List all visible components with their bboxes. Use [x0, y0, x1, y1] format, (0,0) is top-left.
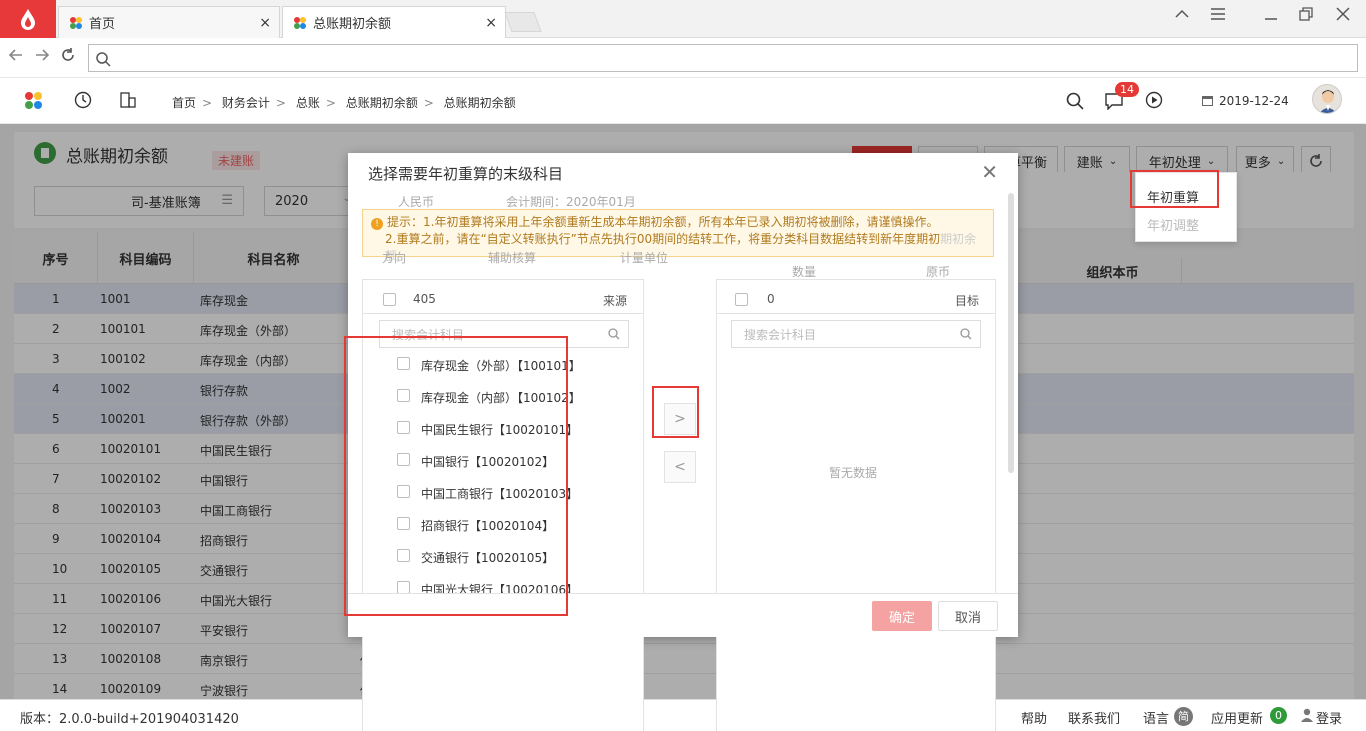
close-icon[interactable]: ×: [485, 15, 497, 31]
forward-icon[interactable]: [34, 47, 50, 68]
currency-select: 人民币: [398, 195, 435, 209]
target-count: 0: [767, 292, 775, 306]
calendar-icon: [1202, 96, 1213, 106]
tab-ledger-label: 总账期初余额: [313, 17, 392, 32]
avatar[interactable]: [1312, 84, 1342, 114]
apps-icon: [293, 16, 307, 30]
empty-state: 暂无数据: [829, 466, 878, 480]
play-icon[interactable]: [1145, 91, 1163, 109]
tab-ledger-opening[interactable]: 总账期初余额 ×: [282, 6, 506, 38]
breadcrumb-item: 总账期初余额: [443, 96, 516, 110]
target-label: 目标: [954, 294, 979, 308]
reload-icon[interactable]: [60, 47, 76, 68]
app-header: 首页 > 财务会计 > 总账 > 总账期初余额 > 总账期初余额 2019-12-24: [0, 78, 1366, 124]
target-search-input[interactable]: 搜索会计科目: [731, 320, 981, 348]
source-panel-header: 405 来源: [363, 280, 643, 314]
apps-icon: [69, 16, 83, 30]
col-header: 数量: [792, 265, 817, 279]
source-label: 来源: [602, 294, 627, 308]
language-link[interactable]: 语言: [1143, 708, 1169, 727]
warning-icon: !: [371, 218, 383, 230]
current-date: 2019-12-24: [1219, 94, 1289, 108]
updates-link[interactable]: 应用更新: [1211, 708, 1263, 727]
dialog-title: 选择需要年初重算的末级科目: [368, 165, 564, 183]
collapse-icon[interactable]: [1174, 6, 1190, 26]
menu-item-adjust[interactable]: 年初调整: [1147, 215, 1199, 234]
highlight-box: [1130, 170, 1219, 208]
contact-link[interactable]: 联系我们: [1068, 708, 1120, 727]
close-icon[interactable]: ×: [259, 15, 271, 31]
close-icon[interactable]: ✕: [981, 160, 998, 184]
back-icon[interactable]: [8, 47, 24, 68]
period-label: 会计期间：2020年01月: [506, 195, 636, 209]
address-bar: [0, 38, 1366, 78]
browser-tabbar: 首页 × 总账期初余额 ×: [0, 0, 1366, 38]
cancel-button[interactable]: 取消: [938, 601, 998, 631]
footer: 版本：2.0.0-build+201904031420 帮助 联系我们 语言 简…: [0, 699, 1366, 731]
breadcrumb-item[interactable]: 总账: [296, 96, 320, 110]
warning-hint: ! 提示：1.年初重算将采用上年余额重新生成本年期初余额，所有本年已录入期初将被删…: [362, 209, 994, 263]
tab-home-label: 首页: [89, 17, 116, 32]
breadcrumb-item[interactable]: 首页: [172, 96, 196, 110]
col-header: 原币: [926, 265, 951, 279]
move-left-button[interactable]: <: [664, 451, 696, 483]
browser-logo-icon[interactable]: [0, 0, 56, 38]
breadcrumb: 首页 > 财务会计 > 总账 > 总账期初余额 > 总账期初余额: [172, 96, 516, 110]
search-icon: [96, 52, 111, 67]
tab-home[interactable]: 首页 ×: [58, 6, 280, 38]
breadcrumb-item[interactable]: 财务会计: [222, 96, 270, 110]
language-badge[interactable]: 简: [1174, 707, 1193, 726]
col-header: 辅助核算: [488, 251, 537, 265]
highlight-box: [344, 336, 568, 616]
notification-badge: 14: [1115, 82, 1139, 97]
target-panel: 0 目标 搜索会计科目 暂无数据: [716, 279, 996, 731]
restore-icon[interactable]: [1298, 6, 1314, 26]
highlight-box: [652, 386, 699, 438]
select-all-checkbox[interactable]: [383, 293, 396, 306]
col-header: 计量单位: [620, 251, 669, 265]
col-header: 方向: [382, 251, 407, 265]
breadcrumb-item[interactable]: 总账期初余额: [346, 96, 418, 110]
search-icon[interactable]: [1066, 92, 1084, 110]
window-close-icon[interactable]: [1335, 6, 1351, 26]
history-icon[interactable]: [74, 91, 92, 109]
hint-line-1: 提示：1.年初重算将采用上年余额重新生成本年期初余额，所有本年已录入期初将被删除…: [387, 215, 939, 229]
confirm-button[interactable]: 确定: [872, 601, 932, 631]
update-count-badge: 0: [1270, 707, 1287, 724]
url-input[interactable]: [88, 44, 1358, 72]
version-text: 版本：2.0.0-build+201904031420: [20, 712, 239, 727]
app-logo-icon[interactable]: [24, 91, 44, 111]
target-panel-header: 0 目标: [717, 280, 995, 314]
source-count: 405: [413, 292, 436, 306]
help-link[interactable]: 帮助: [1021, 708, 1047, 727]
org-icon[interactable]: [119, 91, 137, 109]
new-tab-button[interactable]: [504, 12, 542, 32]
scrollbar[interactable]: [1008, 193, 1014, 473]
minimize-icon[interactable]: [1263, 6, 1279, 26]
search-placeholder: 搜索会计科目: [744, 327, 817, 342]
search-icon: [960, 328, 972, 340]
hint-line-2: 2.重算之前，请在“自定义转账执行”节点先执行00期间的结转工作，将重分类科目数…: [385, 232, 941, 246]
menu-icon[interactable]: [1210, 6, 1226, 26]
login-link[interactable]: 登录: [1316, 708, 1342, 727]
select-all-checkbox[interactable]: [735, 293, 748, 306]
user-icon: [1300, 708, 1314, 726]
search-icon: [608, 328, 620, 340]
